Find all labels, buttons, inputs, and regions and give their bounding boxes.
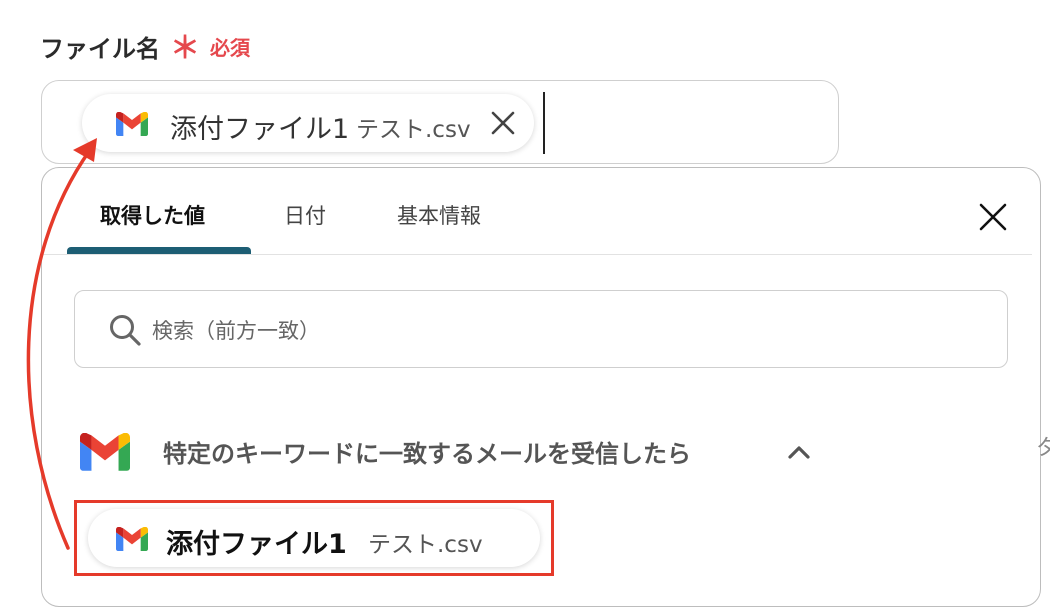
field-label: ファイル名 ＊ 必須	[40, 28, 250, 64]
search-input[interactable]	[150, 310, 974, 352]
clipped-text: タ	[1036, 436, 1050, 461]
chevron-up-icon[interactable]	[786, 442, 812, 462]
close-icon[interactable]	[976, 200, 1010, 234]
tab-date[interactable]: 日付	[284, 200, 326, 230]
chip-file-name: テスト.csv	[356, 117, 471, 143]
tab-basic-info[interactable]: 基本情報	[397, 200, 481, 230]
required-text: 必須	[210, 35, 250, 60]
tab-acquired-values[interactable]: 取得した値	[100, 200, 205, 230]
trigger-section-title[interactable]: 特定のキーワードに一致するメールを受信したら	[163, 434, 691, 469]
chip-name: 添付ファイル1	[170, 114, 350, 145]
required-asterisk: ＊	[170, 31, 200, 66]
selected-value-chip[interactable]: 添付ファイル1 テスト.csv	[82, 94, 534, 152]
tab-divider	[42, 254, 1032, 255]
annotation-highlight-box	[74, 500, 554, 576]
text-cursor	[543, 92, 545, 154]
search-icon	[110, 315, 141, 346]
gmail-icon	[80, 433, 130, 471]
field-label-text: ファイル名	[40, 34, 160, 63]
gmail-icon	[116, 112, 148, 136]
remove-chip-icon[interactable]	[490, 110, 516, 136]
